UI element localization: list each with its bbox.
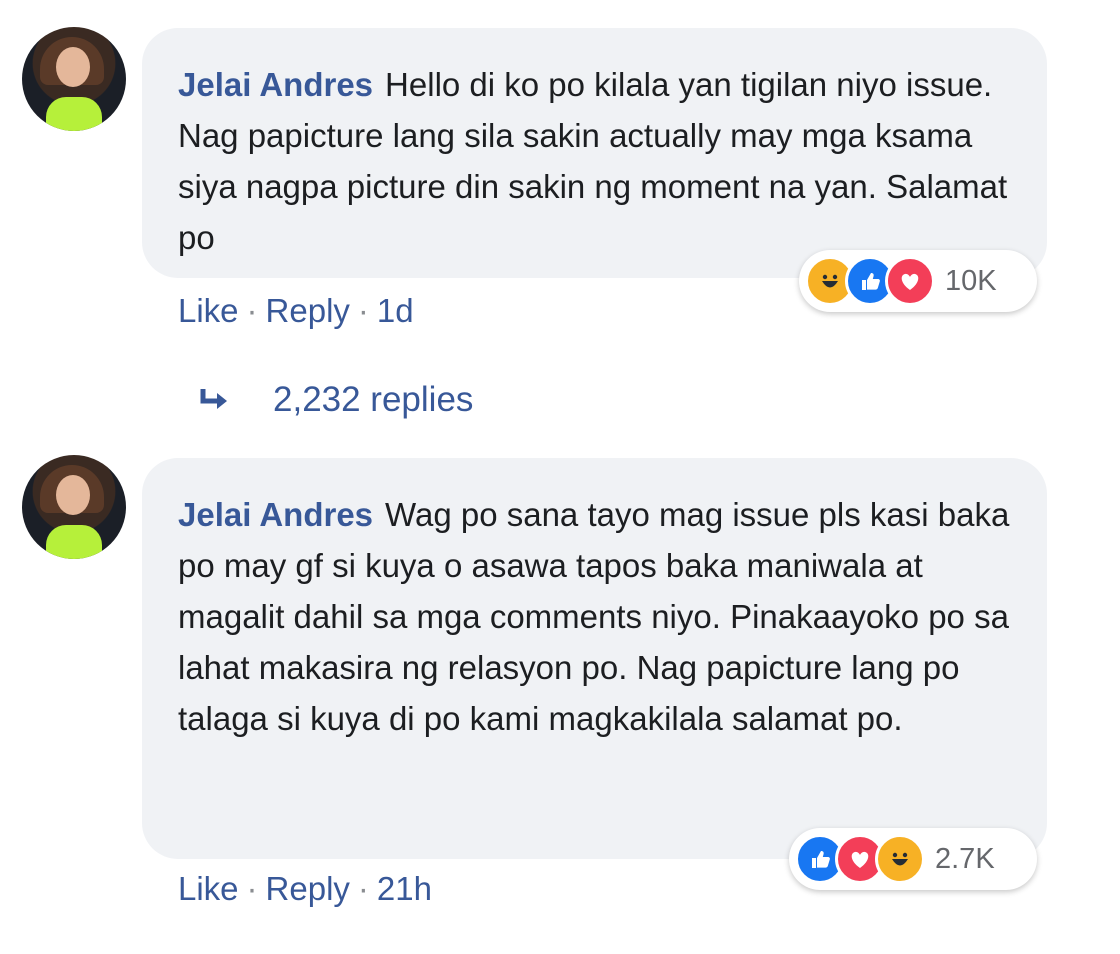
avatar[interactable] xyxy=(22,455,126,559)
comment-1: Jelai Andres Hello di ko po kilala yan ti… xyxy=(0,0,1120,419)
like-link[interactable]: Like xyxy=(178,292,239,330)
reaction-summary[interactable]: 2.7K xyxy=(789,828,1037,890)
comment-bubble: Jelai Andres Hello di ko po kilala yan ti… xyxy=(142,28,1047,278)
replies-count[interactable]: 2,232 replies xyxy=(273,380,473,420)
comment-actions: Like · Reply · 1d xyxy=(178,292,414,330)
haha-icon xyxy=(875,834,925,884)
timestamp[interactable]: 21h xyxy=(377,870,432,908)
reply-arrow-icon xyxy=(200,389,227,409)
comment-2: Jelai Andres Wag po sana tayo mag issue p… xyxy=(0,440,1120,954)
comment-actions: Like · Reply · 21h xyxy=(178,870,432,908)
avatar[interactable] xyxy=(22,27,126,131)
comment-bubble: Jelai Andres Wag po sana tayo mag issue p… xyxy=(142,458,1047,859)
reply-link[interactable]: Reply xyxy=(266,292,350,330)
view-replies-link[interactable]: 2,232 replies xyxy=(197,380,473,420)
author-name[interactable]: Jelai Andres xyxy=(178,496,373,533)
separator-dot: · xyxy=(246,870,258,907)
reaction-count: 2.7K xyxy=(935,842,995,875)
like-link[interactable]: Like xyxy=(178,870,239,908)
separator-dot: · xyxy=(357,292,369,329)
reply-link[interactable]: Reply xyxy=(266,870,350,908)
reaction-count: 10K xyxy=(945,264,997,297)
author-name[interactable]: Jelai Andres xyxy=(178,66,373,103)
reaction-summary[interactable]: 10K xyxy=(799,250,1037,312)
separator-dot: · xyxy=(246,292,258,329)
timestamp[interactable]: 1d xyxy=(377,292,414,330)
separator-dot: · xyxy=(357,870,369,907)
love-icon xyxy=(885,256,935,306)
